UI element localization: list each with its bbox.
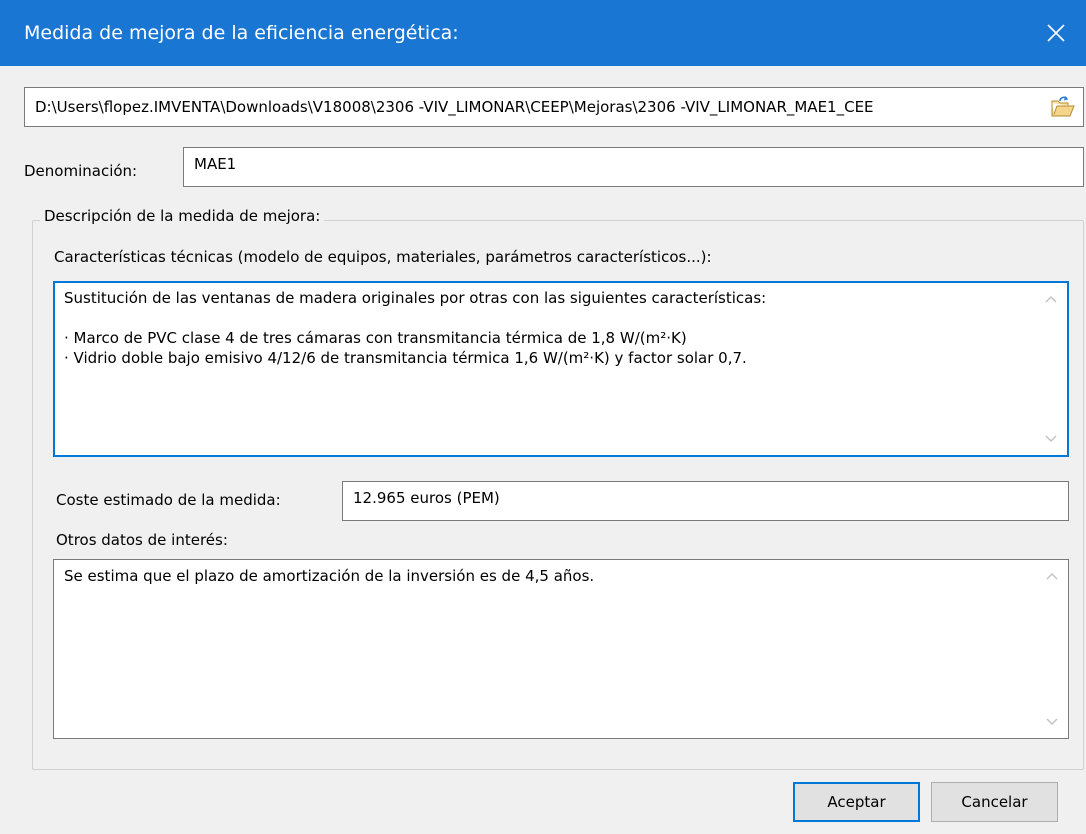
scroll-up-button[interactable] [1044, 570, 1060, 582]
cancel-button[interactable]: Cancelar [931, 782, 1058, 822]
otros-textarea[interactable]: Se estima que el plazo de amortización d… [53, 559, 1069, 739]
file-path-text: D:\Users\flopez.IMVENTA\Downloads\V18008… [35, 98, 874, 116]
accept-button[interactable]: Aceptar [793, 782, 920, 822]
otros-line: Se estima que el plazo de amortización d… [64, 567, 595, 585]
descripcion-group-title: Descripción de la medida de mejora: [40, 207, 325, 225]
caracteristicas-textarea[interactable]: Sustitución de las ventanas de madera or… [53, 281, 1069, 457]
caracteristicas-line: · Vidrio doble bajo emisivo 4/12/6 de tr… [64, 349, 747, 367]
caracteristicas-line: · Marco de PVC clase 4 de tres cámaras c… [64, 329, 687, 347]
close-button[interactable] [1026, 0, 1086, 66]
close-icon [1047, 24, 1065, 42]
browse-button[interactable] [1043, 88, 1083, 126]
caracteristicas-line: Sustitución de las ventanas de madera or… [64, 289, 767, 307]
window-title: Medida de mejora de la eficiencia energé… [24, 22, 459, 44]
file-path-field[interactable]: D:\Users\flopez.IMVENTA\Downloads\V18008… [24, 87, 1084, 127]
scroll-down-button[interactable] [1043, 433, 1059, 445]
folder-open-icon [1051, 96, 1075, 117]
chevron-up-icon [1045, 296, 1057, 303]
chevron-down-icon [1045, 435, 1057, 442]
caracteristicas-line [64, 308, 1028, 328]
coste-input[interactable]: 12.965 euros (PEM) [342, 481, 1069, 521]
title-bar: Medida de mejora de la eficiencia energé… [0, 0, 1086, 66]
caracteristicas-label: Características técnicas (modelo de equi… [54, 248, 712, 266]
denominacion-label: Denominación: [24, 162, 138, 180]
scroll-down-button[interactable] [1044, 716, 1060, 728]
coste-label: Coste estimado de la medida: [56, 491, 281, 509]
chevron-up-icon [1046, 573, 1058, 580]
denominacion-input[interactable]: MAE1 [183, 147, 1084, 187]
chevron-down-icon [1046, 718, 1058, 725]
scroll-up-button[interactable] [1043, 293, 1059, 305]
otros-label: Otros datos de interés: [56, 531, 228, 549]
